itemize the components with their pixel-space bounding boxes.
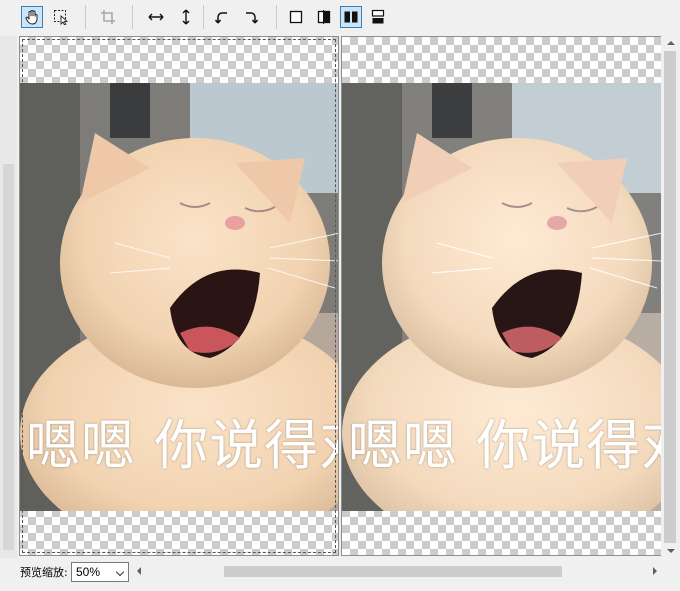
toolbar (0, 0, 680, 34)
toolbar-separator (85, 5, 86, 29)
crop-tool-button[interactable] (97, 6, 119, 28)
horizontal-scrollbar[interactable] (132, 563, 662, 580)
bottom-bar: 预览缩放: 50% (0, 560, 680, 591)
side-by-side-icon (344, 11, 358, 23)
side-by-side-button[interactable] (340, 6, 362, 28)
image-caption-text: 嗯嗯 你说得对 (26, 414, 338, 477)
top-bottom-icon (371, 9, 385, 24)
left-panel-scroll-strip (0, 36, 17, 558)
top-bottom-button[interactable] (367, 6, 389, 28)
hand-tool-button[interactable] (21, 6, 43, 28)
select-tool-button[interactable] (50, 6, 72, 28)
horizontal-scroll-thumb[interactable] (224, 566, 562, 577)
compare-split-button[interactable] (313, 6, 335, 28)
crop-icon (101, 10, 115, 24)
zoom-select[interactable]: 50% (71, 562, 129, 582)
image-caption-text: 嗯嗯 你说得对 (348, 414, 661, 477)
flip-horizontal-icon (148, 13, 164, 21)
cat-photo-result: 嗯嗯 你说得对 (342, 83, 661, 511)
scroll-up-arrow-icon[interactable] (667, 41, 675, 45)
scroll-down-arrow-icon[interactable] (667, 549, 675, 553)
zoom-label: 预览缩放: (20, 566, 68, 579)
hand-icon (25, 10, 38, 25)
vertical-scrollbar[interactable] (662, 36, 679, 558)
single-view-icon (289, 10, 303, 24)
toolbar-separator (132, 5, 133, 29)
vertical-scroll-thumb[interactable] (664, 51, 676, 543)
original-preview-pane[interactable]: 嗯嗯 你说得对 (19, 36, 339, 556)
compare-split-icon (317, 10, 331, 24)
left-panel-scroll-thumb[interactable] (3, 164, 14, 550)
scroll-left-arrow-icon[interactable] (137, 567, 141, 575)
cat-photo-original: 嗯嗯 你说得对 (20, 83, 338, 511)
result-preview-pane[interactable]: 嗯嗯 你说得对 (341, 36, 661, 556)
zoom-value: 50% (76, 565, 101, 579)
toolbar-separator (276, 5, 277, 29)
rotate-left-button[interactable] (211, 6, 233, 28)
rotate-right-icon (246, 12, 259, 24)
single-view-button[interactable] (285, 6, 307, 28)
flip-horizontal-button[interactable] (145, 6, 167, 28)
chevron-down-icon (115, 567, 125, 577)
scroll-right-arrow-icon[interactable] (653, 567, 657, 575)
rotate-left-icon (214, 12, 227, 24)
rotate-right-button[interactable] (240, 6, 262, 28)
flip-vertical-icon (182, 9, 190, 25)
flip-vertical-button[interactable] (175, 6, 197, 28)
marquee-select-icon (54, 10, 69, 25)
toolbar-separator (203, 5, 204, 29)
